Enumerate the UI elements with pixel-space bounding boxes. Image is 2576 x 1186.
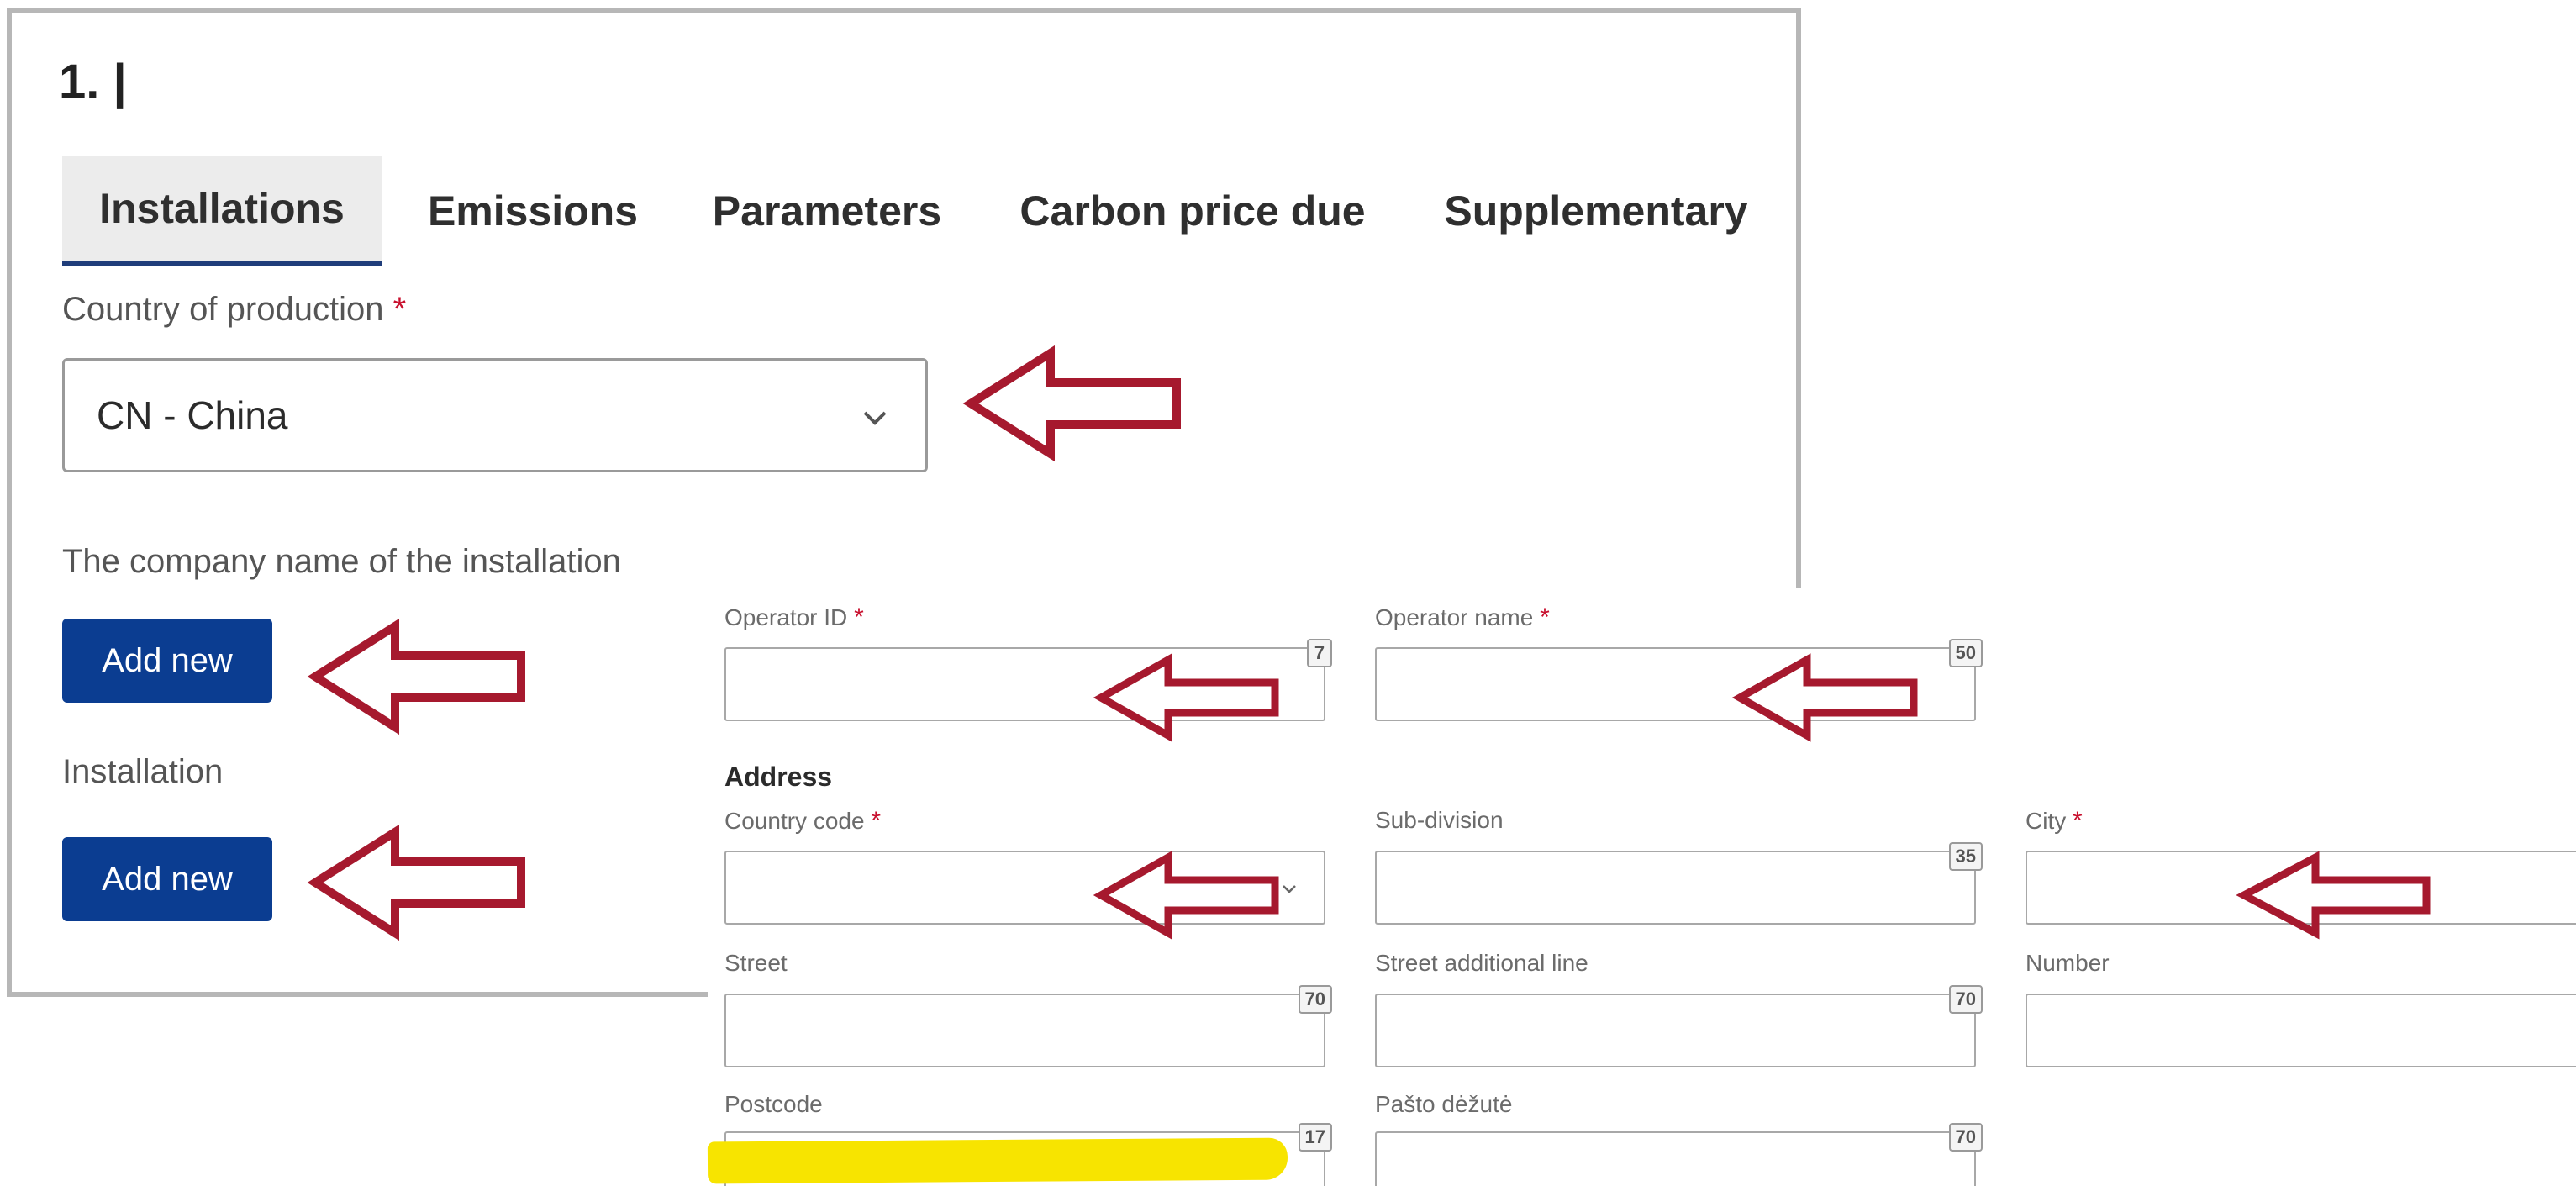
street-char-limit: 70 [1298,985,1332,1014]
add-company-name-button[interactable]: Add new [62,619,272,703]
required-asterisk: * [2073,807,2083,835]
operator-name-char-limit: 50 [1948,639,1983,667]
postcode-char-limit: 17 [1298,1123,1332,1152]
po-box-char-limit: 70 [1948,1123,1983,1152]
country-code-label: Country code * [724,807,881,835]
arrow-operator-id-icon [1093,653,1279,742]
country-of-production-label: Country of production * [62,291,406,329]
street-label: Street [724,950,788,976]
po-box-label: Pašto dėžutė [1375,1091,1513,1117]
arrow-operator-name-icon [1731,653,1918,742]
company-name-label: The company name of the installation [62,543,621,580]
tab-carbon-price-due[interactable]: Carbon price due [1004,156,1382,266]
operator-name-label: Operator name * [1375,604,1550,632]
arrow-add-installation-icon [307,824,525,941]
tab-installations[interactable]: Installations [62,156,382,266]
city-label: City * [2026,807,2083,835]
address-heading: Address [724,762,833,792]
tab-emissions[interactable]: Emissions [407,156,659,266]
arrow-country-code-icon [1093,851,1279,940]
postcode-label: Postcode [724,1091,823,1117]
country-code-label-text: Country code [724,808,865,834]
country-of-production-value: CN - China [97,393,288,437]
required-asterisk: * [854,604,864,631]
operator-id-label: Operator ID * [724,604,864,632]
arrow-city-icon [2236,851,2431,940]
required-asterisk: * [1540,604,1550,631]
country-of-production-label-text: Country of production [62,291,384,328]
city-label-text: City [2026,808,2067,834]
operator-name-label-text: Operator name [1375,604,1534,630]
street-additional-char-limit: 70 [1948,985,1983,1014]
chevron-down-icon [863,411,887,425]
arrow-country-of-production-icon [962,345,1181,462]
arrow-add-company-icon [307,618,525,735]
add-installation-button[interactable]: Add new [62,837,272,921]
street-additional-input[interactable]: 70 [1375,985,1983,1067]
highlighter-mark [707,1137,1288,1184]
po-box-input[interactable]: 70 [1375,1123,1983,1186]
section-title: 1. | [59,55,127,109]
required-asterisk: * [871,807,882,835]
street-input[interactable]: 70 [724,985,1332,1067]
screenshot-stage: 1. | Installations Emissions Parameters … [0,0,2576,1186]
tab-parameters[interactable]: Parameters [701,156,953,266]
street-additional-label: Street additional line [1375,950,1588,976]
operator-id-char-limit: 7 [1307,639,1332,667]
chevron-down-icon [1283,885,1296,893]
number-label: Number [2026,950,2110,976]
sub-division-input[interactable]: 35 [1375,842,1983,925]
sub-division-label: Sub-division [1375,807,1504,833]
sub-division-char-limit: 35 [1948,842,1983,871]
country-of-production-select[interactable]: CN - China [62,358,928,472]
number-input[interactable]: 35 [2026,994,2576,1067]
tab-supplementary[interactable]: Supplementary [1432,156,1760,266]
installation-label: Installation [62,753,224,790]
operator-id-label-text: Operator ID [724,604,848,630]
required-asterisk: * [392,291,407,328]
